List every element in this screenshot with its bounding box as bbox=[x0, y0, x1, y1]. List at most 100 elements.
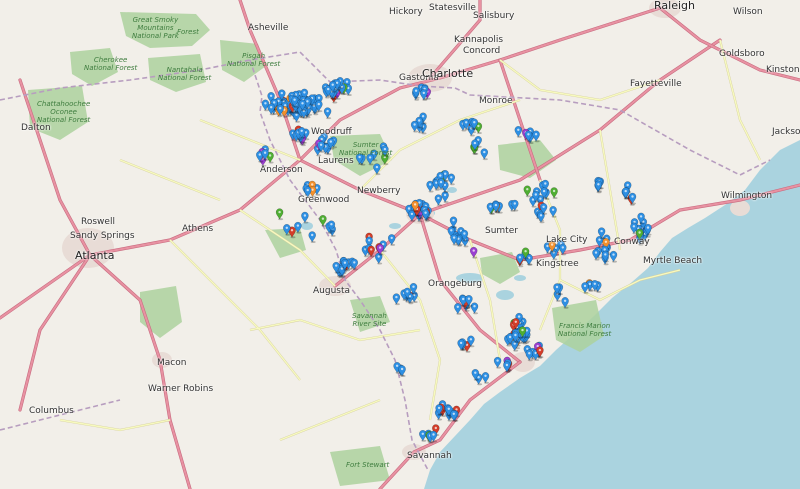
marker-shadow bbox=[436, 204, 442, 207]
marker-dot bbox=[343, 261, 347, 264]
marker-dot bbox=[428, 183, 432, 186]
marker-shadow bbox=[437, 413, 443, 416]
marker-dot bbox=[444, 172, 447, 175]
marker-shadow bbox=[324, 152, 329, 155]
marker-shadow bbox=[443, 190, 449, 193]
city-label-jacksonville: Jacksonville bbox=[772, 127, 800, 137]
marker-shadow bbox=[526, 140, 532, 143]
marker-shadow bbox=[513, 209, 519, 212]
marker-shadow bbox=[550, 250, 556, 253]
marker-dot bbox=[469, 338, 473, 341]
city-label-roswell: Roswell bbox=[81, 217, 115, 227]
marker-shadow bbox=[461, 305, 467, 307]
marker-shadow bbox=[473, 152, 479, 155]
marker-dot bbox=[443, 193, 447, 197]
marker-shadow bbox=[302, 116, 308, 119]
marker-dot bbox=[561, 246, 564, 249]
marker-shadow bbox=[295, 120, 300, 123]
marker-shadow bbox=[258, 160, 264, 163]
marker-shadow bbox=[369, 255, 375, 258]
marker-shadow bbox=[452, 419, 458, 422]
marker-shadow bbox=[488, 212, 494, 215]
marker-shadow bbox=[449, 183, 455, 186]
lake bbox=[514, 275, 526, 281]
marker-dot bbox=[321, 217, 325, 220]
marker-shadow bbox=[473, 149, 479, 152]
park-label-sumter-nf: Sumter National Forest bbox=[339, 141, 393, 158]
marker-shadow bbox=[327, 231, 333, 234]
marker-dot bbox=[378, 246, 382, 249]
marker-shadow bbox=[394, 303, 400, 306]
marker-shadow bbox=[415, 215, 421, 217]
marker-dot bbox=[524, 250, 527, 253]
marker-dot bbox=[600, 229, 603, 233]
marker-dot bbox=[474, 371, 477, 374]
marker-shadow bbox=[417, 220, 423, 223]
marker-dot bbox=[375, 165, 379, 169]
marker-dot bbox=[434, 426, 437, 430]
marker-dot bbox=[273, 101, 276, 104]
marker-shadow bbox=[534, 359, 540, 361]
marker-shadow bbox=[473, 378, 479, 381]
park-label-chattahoochee: Chattahoochee Oconee National Forest bbox=[37, 100, 91, 125]
marker-dot bbox=[293, 98, 296, 101]
marker-dot bbox=[414, 89, 418, 92]
city-label-concord: Concord bbox=[463, 46, 501, 56]
marker-shadow bbox=[378, 253, 384, 256]
marker-shadow bbox=[552, 197, 558, 199]
marker-shadow bbox=[465, 350, 471, 353]
marker-dot bbox=[518, 256, 522, 259]
marker-shadow bbox=[482, 158, 488, 161]
marker-shadow bbox=[496, 366, 502, 369]
city-label-greenwood: Greenwood bbox=[298, 195, 350, 205]
marker-dot bbox=[327, 87, 330, 91]
marker-shadow bbox=[413, 210, 419, 213]
marker-shadow bbox=[534, 140, 540, 143]
marker-shadow bbox=[603, 260, 609, 263]
marker-dot bbox=[311, 233, 314, 237]
marker-dot bbox=[447, 407, 450, 410]
marker-dot bbox=[489, 205, 492, 208]
city-label-augusta: Augusta bbox=[313, 286, 351, 296]
marker-dot bbox=[604, 240, 608, 243]
marker-shadow bbox=[603, 263, 609, 266]
marker-dot bbox=[473, 141, 477, 145]
marker-dot bbox=[280, 91, 283, 95]
city-label-salisbury: Salisbury bbox=[473, 11, 515, 21]
marker-shadow bbox=[594, 258, 600, 261]
city-label-anderson: Anderson bbox=[260, 165, 303, 175]
marker-dot bbox=[496, 359, 499, 362]
marker-shadow bbox=[513, 349, 519, 352]
city-label-atlanta: Atlanta bbox=[75, 249, 115, 262]
marker-dot bbox=[472, 249, 475, 252]
lake bbox=[447, 187, 457, 193]
marker-shadow bbox=[462, 239, 468, 242]
city-label-savannah: Savannah bbox=[407, 451, 452, 461]
marker-dot bbox=[477, 376, 480, 379]
marker-dot bbox=[551, 208, 555, 211]
marker-shadow bbox=[555, 293, 561, 295]
marker-shadow bbox=[301, 109, 306, 112]
marker-dot bbox=[395, 295, 398, 299]
marker-dot bbox=[311, 183, 314, 186]
marker-shadow bbox=[464, 128, 470, 131]
marker-shadow bbox=[456, 312, 462, 315]
marker-dot bbox=[268, 154, 272, 157]
marker-dot bbox=[456, 305, 459, 308]
marker-shadow bbox=[294, 140, 300, 143]
marker-shadow bbox=[534, 200, 540, 203]
marker-dot bbox=[370, 248, 373, 251]
marker-dot bbox=[638, 231, 641, 234]
marker-dot bbox=[473, 121, 476, 124]
marker-dot bbox=[421, 115, 425, 118]
marker-dot bbox=[400, 367, 404, 371]
marker-shadow bbox=[321, 224, 327, 227]
marker-dot bbox=[542, 205, 545, 208]
marker-shadow bbox=[463, 307, 469, 310]
marker-shadow bbox=[312, 111, 318, 114]
map-view[interactable]: Statesville Salisbury Raleigh Hickory Wi… bbox=[0, 0, 800, 489]
marker-dot bbox=[326, 109, 329, 113]
marker-dot bbox=[390, 236, 393, 240]
marker-dot bbox=[462, 297, 465, 301]
marker-shadow bbox=[422, 98, 428, 101]
